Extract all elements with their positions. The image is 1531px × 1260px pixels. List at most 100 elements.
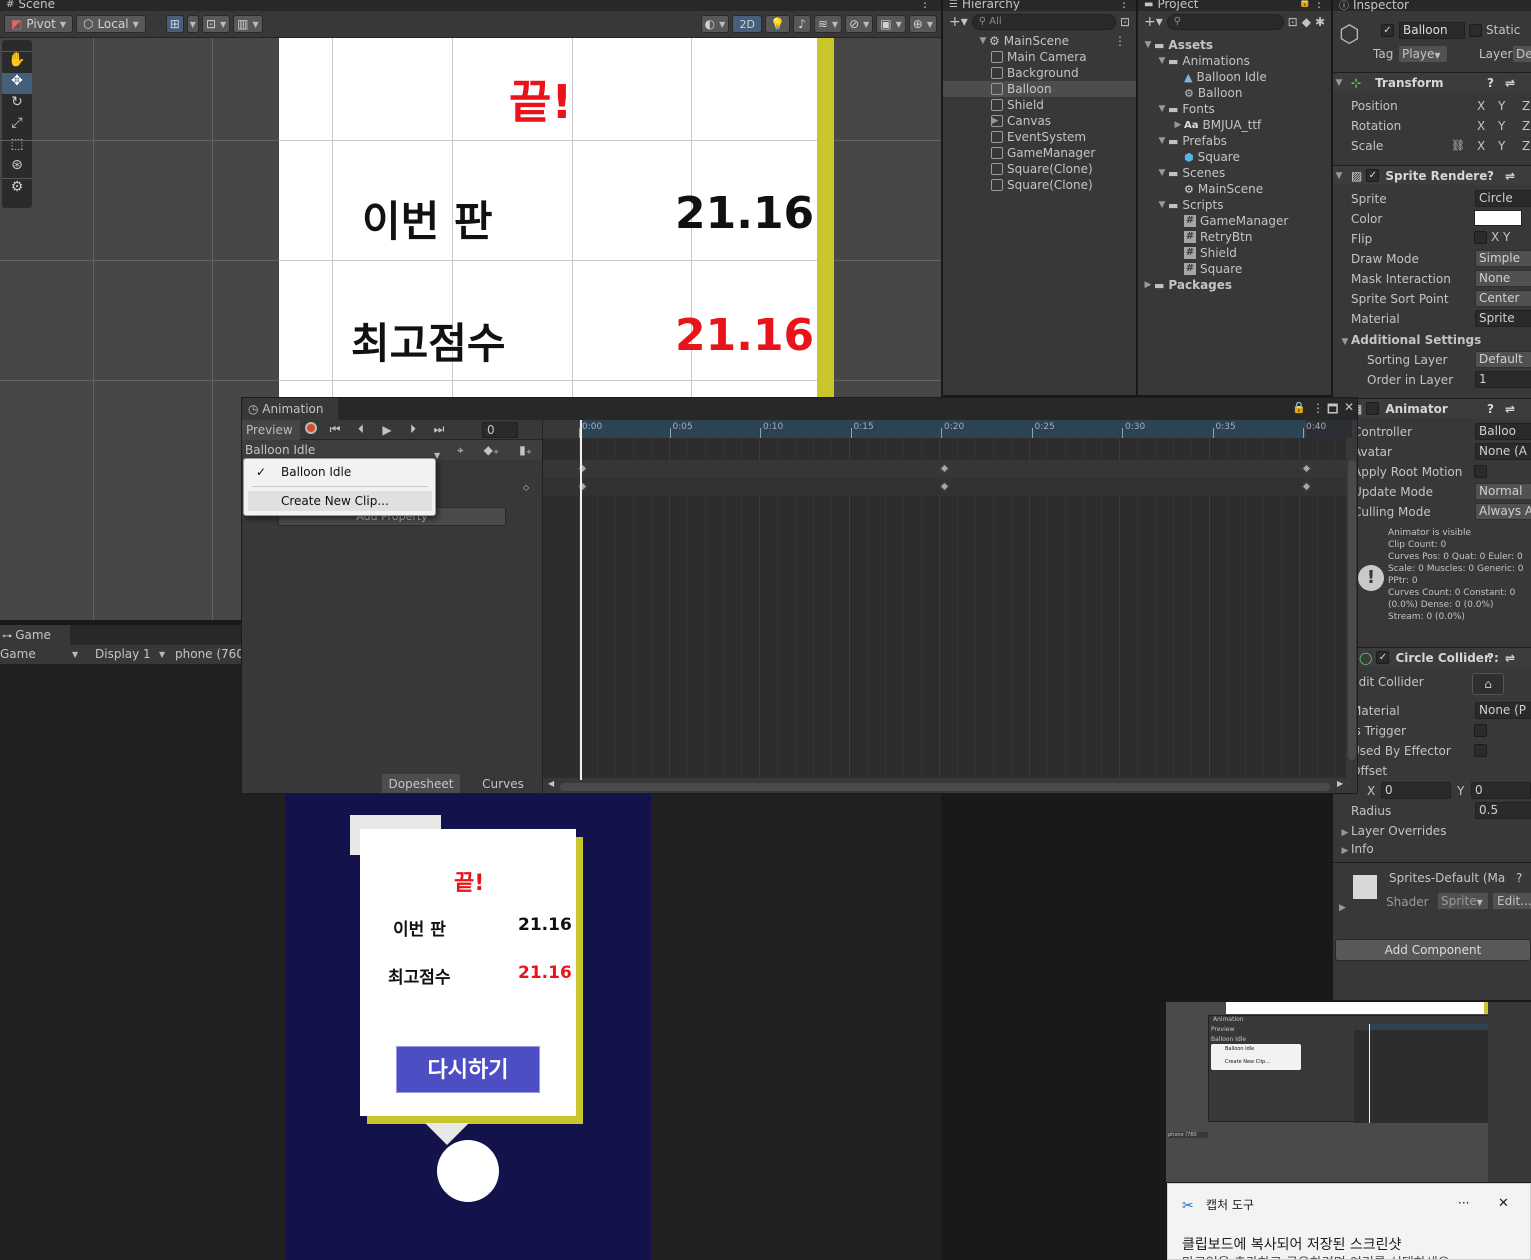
align-button[interactable]: ▥ ▼ [233,15,263,33]
timeline-scrollbar-h[interactable] [560,783,1330,791]
custom-tool-icon[interactable]: ⚙ [2,178,32,199]
add-keyframe-icon[interactable]: ◆₊ [484,443,500,457]
animator-field-value[interactable]: Normal [1475,483,1531,500]
local-button[interactable]: ⬡ Local ▼ [75,15,146,33]
resolution-dropdown[interactable]: phone (760x [175,647,251,661]
sprite-renderer-field-value[interactable]: Center [1475,290,1531,307]
collider-checkbox[interactable]: ✓ [1376,651,1390,664]
record-button[interactable] [300,422,322,437]
sorting-layer-dropdown[interactable]: Default [1475,351,1531,368]
preview-button[interactable]: Preview [242,419,300,440]
layer-overrides-foldout[interactable]: ▶ Layer Overrides [1339,824,1447,838]
lighting-toggle[interactable]: 💡 [765,15,791,33]
help-icon[interactable]: ? [1487,651,1494,665]
first-keyframe-icon[interactable]: ⏮ [322,422,348,437]
expand-arrow-icon[interactable]: ▼ [1156,136,1168,146]
effects-button[interactable]: ≋ ▼ [813,15,843,33]
sprite-renderer-header[interactable]: ▼ ▨ ✓ Sprite Rendere? ⇌ [1333,165,1531,185]
scale-tool-icon[interactable]: ⤢ [2,115,32,136]
filter-icon[interactable]: ⌖ [457,443,464,458]
settings-icon[interactable]: ⇌ [1505,169,1515,183]
sprite-renderer-field-value[interactable]: Sprite [1475,310,1531,327]
used-by-effector-checkbox[interactable] [1474,744,1487,757]
last-keyframe-icon[interactable]: ⏭ [426,422,452,437]
static-checkbox[interactable] [1469,24,1482,37]
game-tab[interactable]: ⊶ Game [0,625,70,645]
scene-result-card[interactable]: 끝! 이번 판 21.16 최고점수 21.16 [279,38,817,397]
info-foldout[interactable]: ▶ Info [1339,842,1374,856]
scroll-left-icon[interactable]: ◀ [548,779,554,788]
additional-settings-foldout[interactable]: ▼ Additional Settings [1339,333,1482,347]
inspector-tab[interactable]: ⓘ Inspector [1339,0,1409,12]
shader-dropdown[interactable]: Sprite▼ [1438,893,1488,909]
offset-x-input[interactable]: 0 [1381,782,1451,799]
animation-tab[interactable]: ◷ Animation [242,398,338,420]
constrain-scale-icon[interactable]: ⛓ [1451,139,1465,152]
expand-arrow-icon[interactable]: ▶ [1339,903,1346,913]
is-trigger-checkbox[interactable] [1474,724,1487,737]
add-icon[interactable]: +▾ [949,14,968,30]
add-icon[interactable]: +▾ [1144,14,1163,30]
hierarchy-tab[interactable]: ☰ Hierarchy [949,0,1020,11]
prev-keyframe-icon[interactable]: ⏴ [348,422,374,437]
order-in-layer-input[interactable]: 1 [1475,371,1531,388]
expand-arrow-icon[interactable]: ▼ [1156,200,1168,210]
transform-tool-icon[interactable]: ⊛ [2,157,32,178]
project-item[interactable]: ⬢ Square [1138,149,1331,165]
toast-more-button[interactable]: ··· [1458,1196,1469,1210]
visibility-button[interactable]: ⊘ ▼ [845,15,874,33]
frame-input[interactable]: 0 [482,421,518,438]
hierarchy-item[interactable]: Square(Clone) [943,177,1136,193]
apply-root-motion-checkbox[interactable] [1474,465,1487,478]
expand-arrow-icon[interactable]: ▶ [1172,120,1184,130]
lock-icon[interactable]: 🔒 [1292,401,1306,414]
project-item[interactable]: ▲ Balloon Idle [1138,69,1331,85]
add-event-icon[interactable]: ▮₊ [519,443,532,457]
collider-material-field[interactable]: None (P [1475,702,1531,719]
expand-arrow-icon[interactable]: ▼ [1142,40,1154,50]
retry-button[interactable]: 다시하기 [396,1046,540,1093]
expand-arrow-icon[interactable]: ▼ [977,36,989,46]
toast-close-icon[interactable]: ✕ [1498,1196,1509,1211]
camera-button[interactable]: ▣ ▼ [876,15,906,33]
project-search-input[interactable]: ⚲ [1166,14,1284,30]
active-checkbox[interactable]: ✓ [1381,24,1394,37]
project-item[interactable]: ⚙ Balloon [1138,85,1331,101]
project-item[interactable]: # Shield [1138,245,1331,261]
project-item[interactable]: ⚙ MainScene [1138,181,1331,197]
rotate-tool-icon[interactable]: ↻ [2,94,32,115]
help-icon[interactable]: ? [1487,76,1494,90]
edit-collider-button[interactable]: ⌂ [1472,673,1504,695]
dropdown-item-balloon-idle[interactable]: ✓ Balloon Idle [244,462,435,482]
hierarchy-item[interactable]: ▶ Canvas [943,113,1136,129]
shading-mode-button[interactable]: ◐ ▼ [700,15,730,33]
help-icon[interactable]: ? [1487,169,1494,183]
hierarchy-search-input[interactable]: ⚲ All [971,14,1116,30]
expand-arrow-icon[interactable]: ▼ [1333,78,1345,88]
hierarchy-item[interactable]: Balloon [943,81,1136,97]
help-icon[interactable]: ? [1516,871,1522,885]
project-item[interactable]: ▼ ▬ Scripts [1138,197,1331,213]
sprite-renderer-field-value[interactable]: None [1475,270,1531,287]
filter-label-icon[interactable]: ◆ [1302,15,1311,29]
project-item[interactable]: ▶ ▬ Packages [1138,277,1331,293]
maximize-icon[interactable]: 🗖 [1327,400,1338,421]
project-item[interactable]: ▼ ▬ Prefabs [1138,133,1331,149]
project-item[interactable]: ▼ ▬ Assets [1138,37,1331,53]
add-component-button[interactable]: Add Component [1335,939,1531,961]
project-item[interactable]: # GameManager [1138,213,1331,229]
move-tool-icon[interactable]: ✥ [2,73,32,94]
layer-dropdown[interactable]: Def [1513,46,1531,62]
sprite-renderer-field-value[interactable]: Simple [1475,250,1531,267]
timeline-scrollbar-v[interactable] [1348,460,1356,760]
more-icon[interactable]: ⋮ [1312,401,1324,415]
pivot-button[interactable]: ◩ Pivot ▼ [4,15,73,33]
sprite-renderer-field-value[interactable]: Circle [1475,190,1531,207]
hierarchy-item[interactable]: GameManager [943,145,1136,161]
hierarchy-item[interactable]: Main Camera [943,49,1136,65]
grid-snap-dropdown[interactable]: ▼ [186,15,199,33]
animator-checkbox[interactable] [1366,402,1380,415]
close-icon[interactable]: ✕ [1344,400,1354,414]
hierarchy-item[interactable]: EventSystem [943,129,1136,145]
animator-field-value[interactable]: Balloo [1475,423,1531,440]
